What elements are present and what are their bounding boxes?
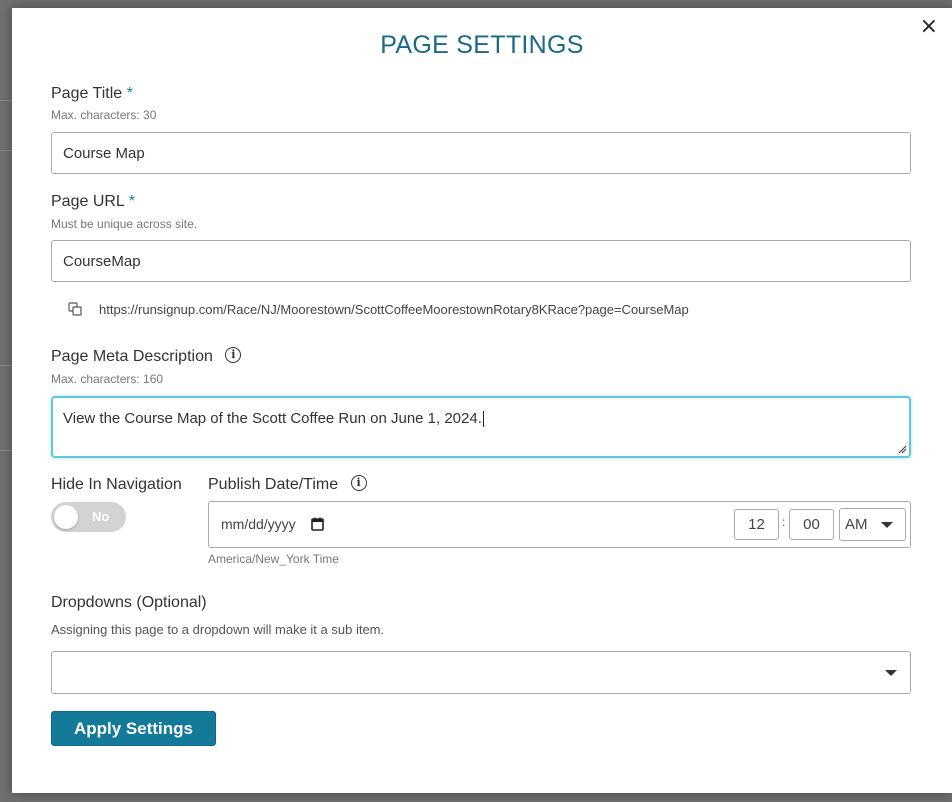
publish-datetime-label-text: Publish Date/Time (208, 476, 339, 493)
meta-description-label: Page Meta Description i (51, 346, 242, 366)
ampm-select[interactable]: AM (839, 508, 906, 541)
info-icon[interactable]: i (225, 346, 242, 363)
ampm-value: AM (845, 516, 868, 533)
calendar-icon[interactable] (311, 517, 324, 531)
time-separator: : (782, 515, 786, 529)
dropdown-select[interactable] (51, 651, 911, 694)
hide-in-navigation-toggle[interactable]: No (51, 502, 126, 532)
timezone-text: America/New_York Time (208, 552, 339, 566)
page-title-label: Page Title * (51, 85, 133, 103)
chevron-down-icon (881, 522, 893, 528)
full-url-text[interactable]: https://runsignup.com/Race/NJ/Moorestown… (99, 302, 689, 317)
info-icon[interactable]: i (350, 474, 367, 491)
minute-value: 00 (803, 516, 820, 533)
backdrop-line (0, 450, 12, 451)
meta-description-hint: Max. characters: 160 (51, 372, 164, 386)
hour-input[interactable]: 12 (734, 509, 779, 540)
date-input[interactable]: mm/dd/yyyy (221, 516, 296, 532)
required-marker: * (128, 193, 135, 210)
publish-datetime-field: mm/dd/yyyy 12 : 00 AM (208, 501, 911, 548)
chevron-down-icon (885, 670, 897, 676)
page-url-hint: Must be unique across site. (51, 217, 198, 231)
meta-description-value: View the Course Map of the Scott Coffee … (63, 410, 482, 427)
dropdowns-hint: Assigning this page to a dropdown will m… (51, 622, 385, 637)
modal-title: PAGE SETTINGS (380, 31, 584, 59)
toggle-knob (54, 505, 78, 529)
page-url-label: Page URL * (51, 193, 135, 211)
required-marker: * (126, 85, 133, 102)
page-settings-modal: × PAGE SETTINGS Page Title * Max. charac… (12, 8, 952, 793)
backdrop-line (0, 365, 12, 366)
meta-description-label-text: Page Meta Description (51, 348, 213, 365)
hide-in-navigation-label: Hide In Navigation (51, 476, 182, 493)
hour-value: 12 (748, 516, 765, 533)
publish-datetime-label: Publish Date/Time i (208, 474, 367, 494)
page-url-value: CourseMap (63, 252, 141, 270)
copy-icon[interactable] (68, 302, 82, 316)
full-url-row: https://runsignup.com/Race/NJ/Moorestown… (68, 300, 689, 318)
page-title-input[interactable]: Course Map (51, 132, 911, 174)
toggle-state-text: No (92, 509, 110, 524)
text-caret (482, 411, 484, 428)
backdrop-line (0, 100, 12, 101)
dropdowns-label: Dropdowns (Optional) (51, 594, 207, 611)
page-url-label-text: Page URL (51, 193, 125, 210)
page-title-hint: Max. characters: 30 (51, 108, 157, 122)
meta-description-textarea[interactable]: View the Course Map of the Scott Coffee … (51, 396, 911, 458)
page-url-input[interactable]: CourseMap (51, 240, 911, 282)
apply-settings-button[interactable]: Apply Settings (51, 711, 216, 746)
backdrop-line (0, 150, 12, 151)
resize-handle-icon[interactable] (897, 444, 907, 454)
minute-input[interactable]: 00 (789, 509, 834, 540)
page-title-value: Course Map (63, 144, 145, 162)
page-title-label-text: Page Title (51, 85, 123, 102)
